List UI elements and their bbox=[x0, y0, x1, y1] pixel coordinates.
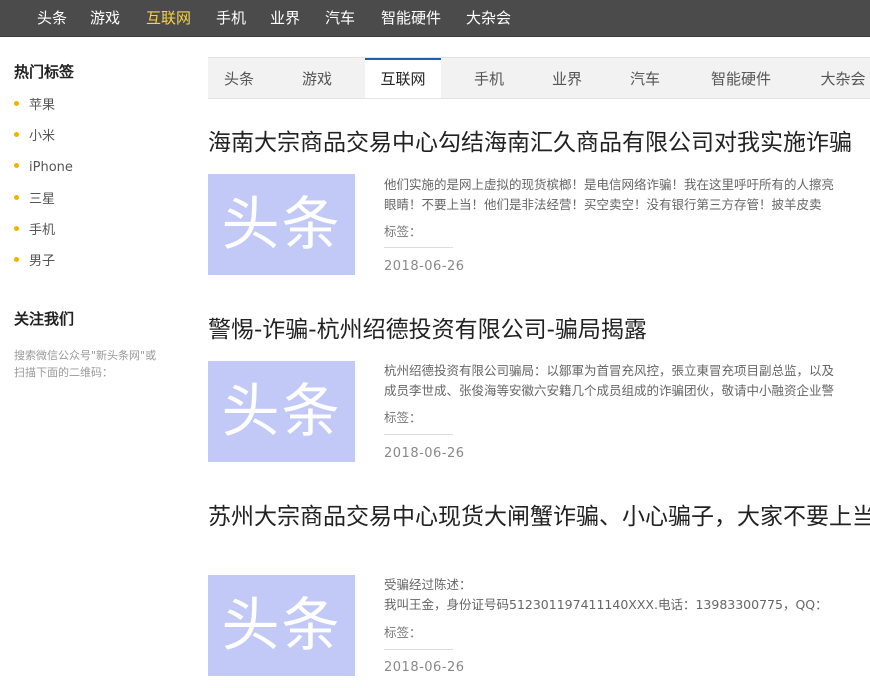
hot-tag-label: 男子 bbox=[29, 253, 56, 269]
category-tab-strip: 头条 游戏 互联网 手机 业界 汽车 智能硬件 大杂会 bbox=[208, 57, 870, 99]
hot-tag-label: 手机 bbox=[29, 222, 56, 238]
hot-tag-item[interactable]: 小米 bbox=[14, 128, 73, 159]
bullet-dot bbox=[14, 194, 19, 200]
article-divider bbox=[384, 649, 453, 650]
article-tags-label: 标签： bbox=[384, 625, 422, 640]
hot-tags-title: 热门标签 bbox=[14, 63, 75, 81]
hot-tag-item[interactable]: 手机 bbox=[14, 222, 73, 253]
article-summary: 受骗经过陈述： 我叫王金，身份证号码512301197411140XXX.电话：… bbox=[384, 575, 870, 615]
top-nav-bar: 头条 游戏 互联网 手机 业界 汽车 智能硬件 大杂会 bbox=[0, 0, 870, 37]
hot-tag-item[interactable]: iPhone bbox=[14, 159, 73, 190]
article-date: 2018-06-26 bbox=[384, 446, 465, 461]
hot-tag-label: 小米 bbox=[29, 129, 56, 145]
top-nav-item-games[interactable]: 游戏 bbox=[90, 0, 120, 37]
article-thumbnail[interactable]: 头条 bbox=[208, 575, 355, 676]
bullet-dot bbox=[14, 132, 19, 138]
top-nav-item-phones[interactable]: 手机 bbox=[216, 0, 246, 37]
article-title[interactable]: 苏州大宗商品交易中心现货大闸蟹诈骗、小心骗子，大家不要上当 bbox=[208, 503, 870, 532]
article-thumbnail[interactable]: 头条 bbox=[208, 361, 355, 462]
article-summary-line: 杭州绍德投资有限公司骗局：以鄒軍为首冒充风控，張立東冒充项目副总监，以及 bbox=[384, 363, 835, 378]
hot-tags-list: 苹果 小米 iPhone 三星 手机 男子 bbox=[14, 97, 73, 284]
article-title[interactable]: 警惕-诈骗-杭州绍德投资有限公司-骗局揭露 bbox=[208, 316, 870, 345]
top-nav-item-misc[interactable]: 大杂会 bbox=[466, 0, 511, 37]
article-tags-label: 标签： bbox=[384, 224, 422, 239]
hot-tag-item[interactable]: 苹果 bbox=[14, 97, 73, 128]
article-date: 2018-06-26 bbox=[384, 660, 465, 675]
follow-us-title: 关注我们 bbox=[14, 310, 75, 328]
follow-us-text: 搜索微信公众号"新头条网"或扫描下面的二维码： bbox=[14, 349, 157, 379]
tab-smart-hardware[interactable]: 智能硬件 bbox=[702, 58, 780, 98]
article-summary-line: 受骗经过陈述： bbox=[384, 577, 472, 592]
article-summary: 他们实施的是网上虚拟的现货槟榔！是电信网络诈骗！我在这里呼吁所有的人擦亮 眼睛！… bbox=[384, 175, 870, 215]
bullet-dot bbox=[14, 256, 19, 262]
top-nav-item-smart-hardware[interactable]: 智能硬件 bbox=[381, 0, 441, 37]
thumbnail-caption: 头条 bbox=[221, 377, 342, 445]
bullet-dot bbox=[14, 225, 19, 231]
tab-industry[interactable]: 业界 bbox=[536, 58, 598, 98]
thumbnail-caption: 头条 bbox=[221, 190, 342, 258]
article-summary-line: 我叫王金，身份证号码512301197411140XXX.电话：13983300… bbox=[384, 597, 828, 612]
top-nav-item-toutiao[interactable]: 头条 bbox=[37, 0, 67, 37]
tab-misc[interactable]: 大杂会 bbox=[812, 58, 870, 98]
hot-tag-label: 苹果 bbox=[29, 98, 56, 113]
thumbnail-caption: 头条 bbox=[221, 591, 342, 659]
bullet-dot bbox=[14, 163, 19, 169]
article-summary-line: 成员李世成、张俊海等安徽六安籍几个成员组成的诈骗团伙，敬请中小融资企业警 bbox=[384, 383, 835, 398]
top-nav-item-industry[interactable]: 业界 bbox=[270, 0, 300, 37]
sidebar: 热门标签 苹果 小米 iPhone 三星 手机 男子 关注我们 搜索微信公众号"… bbox=[0, 37, 190, 688]
hot-tag-item[interactable]: 男子 bbox=[14, 253, 73, 284]
tab-toutiao[interactable]: 头条 bbox=[208, 58, 270, 98]
hot-tag-label: 三星 bbox=[29, 191, 56, 207]
article-summary: 杭州绍德投资有限公司骗局：以鄒軍为首冒充风控，張立東冒充项目副总监，以及 成员李… bbox=[384, 361, 870, 401]
top-nav-item-internet[interactable]: 互联网 bbox=[146, 0, 191, 37]
article-title[interactable]: 海南大宗商品交易中心勾结海南汇久商品有限公司对我实施诈骗 bbox=[208, 129, 870, 158]
tab-phones[interactable]: 手机 bbox=[458, 58, 520, 98]
article-tags-label: 标签： bbox=[384, 410, 422, 425]
bullet-dot bbox=[14, 101, 19, 106]
article-thumbnail[interactable]: 头条 bbox=[208, 174, 355, 275]
article-summary-line: 他们实施的是网上虚拟的现货槟榔！是电信网络诈骗！我在这里呼吁所有的人擦亮 bbox=[384, 177, 835, 192]
tab-auto[interactable]: 汽车 bbox=[614, 58, 676, 98]
article-divider bbox=[384, 434, 453, 435]
article-divider bbox=[384, 247, 453, 248]
hot-tag-item[interactable]: 三星 bbox=[14, 191, 73, 222]
article-summary-line: 眼睛！不要上当！他们是非法经营！买空卖空！没有银行第三方存管！披羊皮卖 bbox=[384, 197, 822, 212]
top-nav-item-auto[interactable]: 汽车 bbox=[325, 0, 355, 37]
tab-games[interactable]: 游戏 bbox=[286, 58, 348, 98]
article-date: 2018-06-26 bbox=[384, 259, 465, 274]
tab-internet[interactable]: 互联网 bbox=[365, 58, 441, 98]
hot-tag-label: iPhone bbox=[29, 160, 73, 176]
